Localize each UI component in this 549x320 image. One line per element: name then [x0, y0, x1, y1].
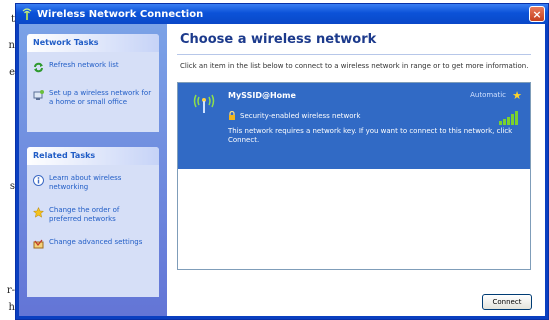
star-icon — [32, 206, 45, 218]
network-tasks-group: Network Tasks Refresh network list Set u… — [27, 34, 159, 132]
setup-network-icon — [33, 90, 44, 101]
refresh-icon — [33, 62, 44, 73]
network-tasks-heading[interactable]: Network Tasks — [27, 34, 159, 52]
signal-strength-icon — [499, 111, 518, 125]
document-fragment: s — [9, 181, 15, 192]
network-list[interactable]: MySSID@Home Automatic ★ Security-enabled… — [177, 82, 531, 270]
title-bar[interactable]: Wireless Network Connection × — [16, 4, 548, 24]
related-tasks-group: Related Tasks Learn about wireless netwo… — [27, 147, 159, 297]
close-button[interactable]: × — [529, 6, 545, 22]
wireless-antenna-icon — [192, 91, 216, 113]
task-label: Change the order of preferred networks — [49, 206, 120, 223]
instructions: Click an item in the list below to conne… — [180, 62, 529, 70]
connect-button[interactable]: Connect — [482, 294, 532, 310]
wireless-icon — [21, 8, 33, 20]
task-setup-wireless-network[interactable]: Set up a wireless network for a home or … — [27, 75, 159, 109]
document-fragment: r- — [6, 285, 15, 296]
page-title: Choose a wireless network — [180, 32, 377, 47]
document-fragment: e — [9, 67, 15, 78]
info-icon — [33, 175, 44, 186]
task-label: Refresh network list — [49, 61, 119, 69]
task-change-advanced-settings[interactable]: Change advanced settings — [27, 226, 159, 252]
network-content: Choose a wireless network Click an item … — [167, 24, 545, 316]
task-label: Change advanced settings — [49, 238, 143, 246]
lock-icon — [229, 111, 235, 120]
network-name: MySSID@Home — [228, 91, 296, 100]
network-status: Automatic — [470, 91, 506, 99]
security-text: Security-enabled wireless network — [240, 111, 361, 120]
document-fragment: n — [8, 40, 15, 51]
network-description: This network requires a network key. If … — [228, 127, 513, 144]
divider — [177, 54, 531, 55]
task-change-order-preferred[interactable]: Change the order of preferred networks — [27, 194, 159, 226]
security-line: Security-enabled wireless network — [228, 111, 360, 120]
preferred-star-icon: ★ — [512, 89, 522, 102]
close-icon: × — [532, 8, 542, 21]
task-learn-wireless[interactable]: Learn about wireless networking — [27, 165, 159, 194]
window-title: Wireless Network Connection — [37, 8, 204, 20]
document-fragment: h — [8, 302, 15, 313]
wireless-connection-window: Wireless Network Connection × Network Ta… — [15, 3, 549, 320]
related-tasks-heading[interactable]: Related Tasks — [27, 147, 159, 165]
task-label: Set up a wireless network for a home or … — [49, 89, 152, 106]
task-label: Learn about wireless networking — [49, 174, 122, 191]
settings-icon — [33, 239, 44, 250]
task-refresh-network-list[interactable]: Refresh network list — [27, 52, 159, 75]
task-pane: Network Tasks Refresh network list Set u… — [19, 24, 167, 316]
document-fragment: t — [10, 14, 15, 25]
window-client: Network Tasks Refresh network list Set u… — [19, 24, 545, 316]
network-item[interactable]: MySSID@Home Automatic ★ Security-enabled… — [178, 83, 530, 169]
